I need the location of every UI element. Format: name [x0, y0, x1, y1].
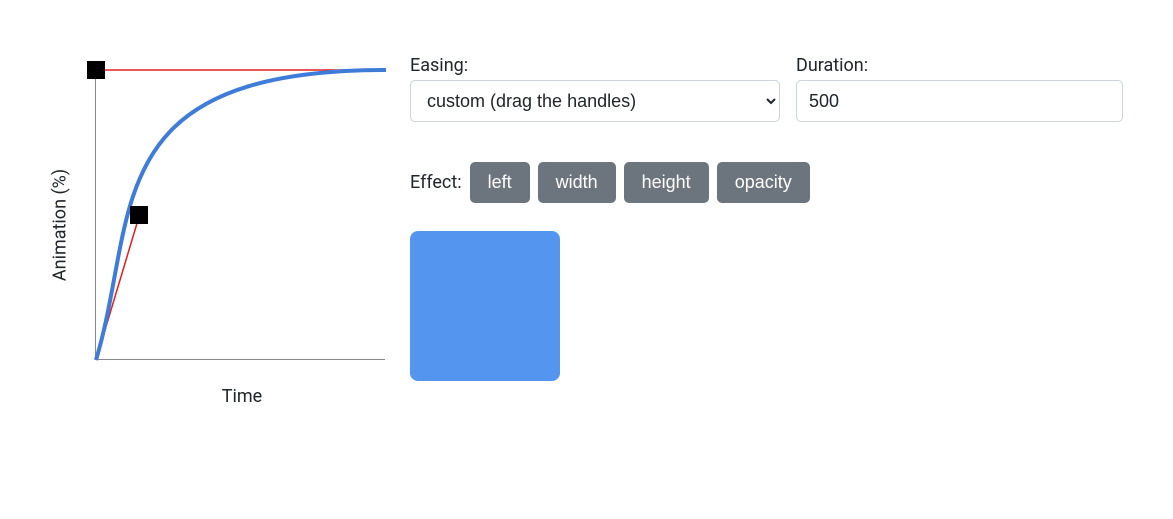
bezier-editor: Animation (%) Time: [50, 55, 390, 395]
preview-box: [410, 231, 560, 381]
easing-select[interactable]: custom (drag the handles): [410, 80, 780, 122]
bezier-plot: [95, 70, 385, 360]
effect-width-button[interactable]: width: [538, 162, 616, 203]
effect-left-button[interactable]: left: [470, 162, 530, 203]
easing-label: Easing:: [410, 55, 780, 76]
effect-buttons: left width height opacity: [470, 162, 810, 203]
y-axis-label: Animation (%): [50, 169, 71, 281]
bezier-handle-1[interactable]: [130, 206, 148, 224]
x-axis-label: Time: [222, 386, 262, 407]
bezier-handle-2[interactable]: [87, 61, 105, 79]
duration-label: Duration:: [796, 55, 1123, 76]
effect-opacity-button[interactable]: opacity: [717, 162, 810, 203]
duration-input[interactable]: [796, 80, 1123, 122]
effect-label: Effect:: [410, 172, 462, 193]
effect-height-button[interactable]: height: [624, 162, 709, 203]
